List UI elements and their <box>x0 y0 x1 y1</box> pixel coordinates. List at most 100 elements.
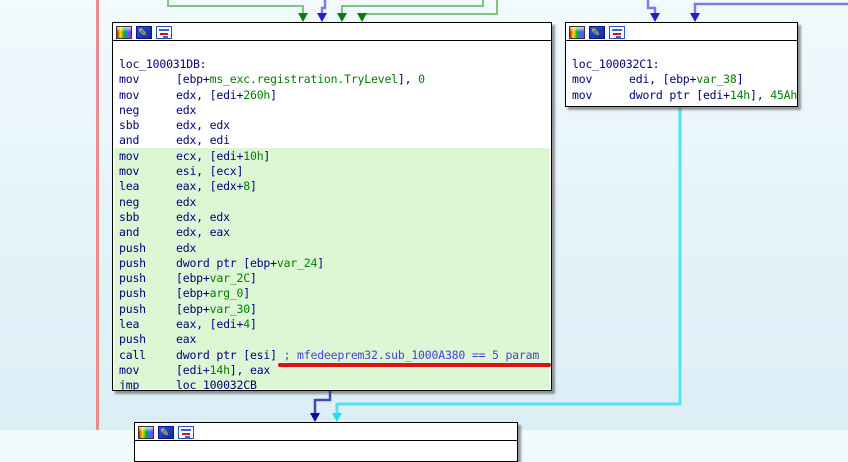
asm-label-line[interactable]: loc_100031DB: <box>119 57 551 72</box>
mnemonic: call <box>119 347 146 362</box>
asm-line[interactable]: neg edx <box>119 103 551 118</box>
operand: ], eax <box>229 362 271 377</box>
asm-line[interactable]: push edx <box>119 241 551 256</box>
edge-blue-in-left <box>320 0 327 15</box>
asm-line[interactable]: and edx, edi <box>119 133 551 148</box>
asm-line[interactable]: sbb edx, edx <box>119 118 551 133</box>
operand: eax, [edx+ <box>176 179 244 194</box>
asm-line[interactable]: push dword ptr [ebp+var_24] <box>119 256 551 271</box>
mnemonic: and <box>119 133 140 148</box>
operand: [ebp+ <box>176 301 210 316</box>
operand: loc_100032CB <box>176 378 257 391</box>
edge-green-in-left-2 <box>341 0 484 15</box>
asm-line[interactable]: neg edx <box>119 195 551 210</box>
edit-comment-icon[interactable] <box>158 425 174 439</box>
operand: ] <box>249 271 257 286</box>
asm-line[interactable]: sbb edx, edx <box>119 210 551 225</box>
operand-value: 8 <box>243 179 250 194</box>
asm-line[interactable]: mov [ebp+ms_exc.registration.TryLevel], 0 <box>119 72 551 87</box>
operand: ] <box>249 301 257 316</box>
asm-line[interactable]: push [ebp+arg_0] <box>119 286 551 301</box>
operand: edx, edi <box>176 133 230 148</box>
asm-line[interactable]: and edx, eax <box>119 225 551 240</box>
operand-value: var_2C <box>209 271 251 286</box>
mnemonic: jmp <box>119 378 140 391</box>
asm-line[interactable]: mov esi, [ecx] <box>119 164 551 179</box>
mnemonic: push <box>119 271 146 286</box>
node-loc_100032CB-partial[interactable] <box>134 422 518 462</box>
group-node-icon[interactable] <box>609 25 625 39</box>
mnemonic: mov <box>572 87 593 102</box>
operand: edx <box>176 102 197 117</box>
mnemonic: mov <box>119 148 140 163</box>
crossing-edge-red <box>96 0 99 430</box>
group-node-icon[interactable] <box>156 25 172 39</box>
mnemonic: mov <box>119 87 140 102</box>
asm-line[interactable]: push [ebp+var_30] <box>119 302 551 317</box>
asm-label-line[interactable]: loc_100032C1: <box>572 57 797 72</box>
asm-line[interactable]: mov dword ptr [edi+14h], 45Ah <box>572 88 797 103</box>
graph-view-canvas[interactable]: loc_100031DB:mov[ebp+ms_exc.registration… <box>0 0 848 462</box>
mnemonic: neg <box>119 194 140 209</box>
group-node-icon[interactable] <box>178 425 194 439</box>
operand-value: var_30 <box>209 301 251 316</box>
mnemonic: push <box>119 332 146 347</box>
operand: ], <box>397 72 419 87</box>
mnemonic: push <box>119 286 146 301</box>
node-title-bar <box>135 423 517 441</box>
operand: ] <box>249 317 257 332</box>
mnemonic: and <box>119 225 140 240</box>
mnemonic: sbb <box>119 209 140 224</box>
asm-line[interactable]: push [ebp+var_2C] <box>119 271 551 286</box>
node-loc_100031DB[interactable]: loc_100031DB:mov[ebp+ms_exc.registration… <box>112 22 552 391</box>
operand: [ebp+ <box>176 271 210 286</box>
color-palette-icon[interactable] <box>569 25 585 39</box>
edit-comment-icon[interactable] <box>136 25 152 39</box>
operand: eax <box>176 332 197 347</box>
edit-comment-icon[interactable] <box>589 25 605 39</box>
operand-value: var_24 <box>276 255 318 270</box>
asm-line[interactable]: call dword ptr [esi] ; mfedeeprem32.sub_1… <box>119 348 551 363</box>
edge-blue-in-left-arrowhead <box>317 13 327 22</box>
edge-darkblue-left-to-bottom <box>313 391 332 414</box>
node-title-bar <box>566 23 797 41</box>
mnemonic: mov <box>572 72 593 87</box>
edge-green-in-left-3 <box>361 0 498 15</box>
asm-line[interactable]: lea eax, [edx+8] <box>119 179 551 194</box>
edge-blue-in-right-1-arrowhead <box>650 13 660 22</box>
operand: edx, edx <box>176 118 230 133</box>
operand: eax, [edi+ <box>176 317 244 332</box>
asm-line[interactable]: mov edx, [edi+260h] <box>119 88 551 103</box>
color-palette-icon[interactable] <box>138 425 154 439</box>
operand: dword ptr [esi] <box>176 347 284 362</box>
annotation-underline-red <box>278 363 551 367</box>
operand: ] <box>736 72 744 87</box>
operand: edx, edx <box>176 209 230 224</box>
asm-line[interactable]: jmp loc_100032CB <box>119 378 551 391</box>
mnemonic: push <box>119 301 146 316</box>
operand: ], <box>750 87 771 102</box>
edge-green-in-left-1 <box>167 0 304 15</box>
operand-value: 14h <box>209 362 230 377</box>
node-title-bar <box>113 23 551 41</box>
asm-line[interactable]: push eax <box>119 332 551 347</box>
location-label: loc_100031DB: <box>119 57 207 71</box>
asm-line[interactable]: lea eax, [edi+4] <box>119 317 551 332</box>
operand-value: 14h <box>729 87 751 102</box>
mnemonic: mov <box>119 72 140 87</box>
mnemonic: mov <box>119 164 140 179</box>
asm-line[interactable]: mov edi, [ebp+var_38] <box>572 72 797 87</box>
edge-green-in-left-1-arrowhead <box>298 13 308 22</box>
operand: edx <box>176 240 197 255</box>
mnemonic: push <box>119 240 146 255</box>
operand: esi, [ecx] <box>176 164 244 179</box>
operand: edi, [ebp+ <box>629 72 697 87</box>
operand-value: 10h <box>243 148 264 163</box>
mnemonic: mov <box>119 362 140 377</box>
node-loc_100032C1[interactable]: loc_100032C1:mov edi, [ebp+var_38] mov dwor… <box>565 22 798 107</box>
operand: dword ptr [ebp+ <box>176 255 277 270</box>
operand-value: arg_0 <box>209 286 244 301</box>
operand: [ebp+ <box>176 286 210 301</box>
color-palette-icon[interactable] <box>116 25 132 39</box>
asm-line[interactable]: mov ecx, [edi+10h] <box>119 149 551 164</box>
